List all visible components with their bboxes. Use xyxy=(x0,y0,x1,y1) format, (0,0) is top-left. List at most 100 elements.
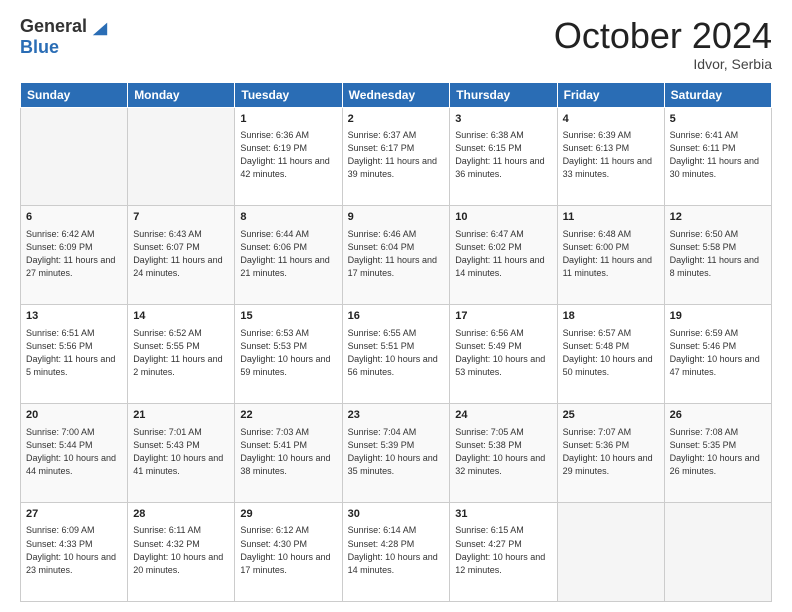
calendar-cell: 30 Sunrise: 6:14 AMSunset: 4:28 PMDayligh… xyxy=(342,503,450,602)
header-monday: Monday xyxy=(128,82,235,107)
calendar-cell xyxy=(557,503,664,602)
day-info: Sunrise: 6:41 AMSunset: 6:11 PMDaylight:… xyxy=(670,129,766,181)
calendar-cell: 6 Sunrise: 6:42 AMSunset: 6:09 PMDaylight… xyxy=(21,206,128,305)
day-info: Sunrise: 6:42 AMSunset: 6:09 PMDaylight:… xyxy=(26,228,122,280)
calendar-cell: 4 Sunrise: 6:39 AMSunset: 6:13 PMDaylight… xyxy=(557,107,664,206)
header-friday: Friday xyxy=(557,82,664,107)
day-info: Sunrise: 6:14 AMSunset: 4:28 PMDaylight:… xyxy=(348,524,445,576)
calendar-cell: 9 Sunrise: 6:46 AMSunset: 6:04 PMDaylight… xyxy=(342,206,450,305)
day-info: Sunrise: 7:01 AMSunset: 5:43 PMDaylight:… xyxy=(133,426,229,478)
day-number: 20 xyxy=(26,408,122,423)
title-block: October 2024 Idvor, Serbia xyxy=(554,16,772,72)
header-wednesday: Wednesday xyxy=(342,82,450,107)
day-number: 27 xyxy=(26,507,122,522)
calendar-cell: 8Sunrise: 6:44 AMSunset: 6:06 PMDaylight… xyxy=(235,206,342,305)
calendar-week-2: 6 Sunrise: 6:42 AMSunset: 6:09 PMDaylight… xyxy=(21,206,772,305)
calendar-cell: 20 Sunrise: 7:00 AMSunset: 5:44 PMDayligh… xyxy=(21,404,128,503)
calendar-cell: 17Sunrise: 6:56 AMSunset: 5:49 PMDayligh… xyxy=(450,305,557,404)
day-number: 17 xyxy=(455,309,551,324)
day-info: Sunrise: 6:59 AMSunset: 5:46 PMDaylight:… xyxy=(670,327,766,379)
day-info: Sunrise: 6:48 AMSunset: 6:00 PMDaylight:… xyxy=(563,228,659,280)
day-info: Sunrise: 7:05 AMSunset: 5:38 PMDaylight:… xyxy=(455,426,551,478)
day-info: Sunrise: 6:50 AMSunset: 5:58 PMDaylight:… xyxy=(670,228,766,280)
day-number: 9 xyxy=(348,210,445,225)
day-info: Sunrise: 7:00 AMSunset: 5:44 PMDaylight:… xyxy=(26,426,122,478)
day-number: 4 xyxy=(563,112,659,127)
day-number: 6 xyxy=(26,210,122,225)
calendar-cell: 2Sunrise: 6:37 AMSunset: 6:17 PMDaylight… xyxy=(342,107,450,206)
day-info: Sunrise: 6:11 AMSunset: 4:32 PMDaylight:… xyxy=(133,524,229,576)
day-number: 22 xyxy=(240,408,336,423)
calendar-cell: 24 Sunrise: 7:05 AMSunset: 5:38 PMDayligh… xyxy=(450,404,557,503)
calendar-cell: 22 Sunrise: 7:03 AMSunset: 5:41 PMDayligh… xyxy=(235,404,342,503)
calendar-table: Sunday Monday Tuesday Wednesday Thursday… xyxy=(20,82,772,602)
day-info: Sunrise: 6:44 AMSunset: 6:06 PMDaylight:… xyxy=(240,228,336,280)
header-sunday: Sunday xyxy=(21,82,128,107)
logo-general-text: General xyxy=(20,16,87,37)
day-number: 25 xyxy=(563,408,659,423)
day-number: 7 xyxy=(133,210,229,225)
calendar-cell: 7 Sunrise: 6:43 AMSunset: 6:07 PMDaylight… xyxy=(128,206,235,305)
day-info: Sunrise: 6:55 AMSunset: 5:51 PMDaylight:… xyxy=(348,327,445,379)
day-number: 14 xyxy=(133,309,229,324)
calendar-cell: 11 Sunrise: 6:48 AMSunset: 6:00 PMDayligh… xyxy=(557,206,664,305)
day-number: 13 xyxy=(26,309,122,324)
day-number: 3 xyxy=(455,112,551,127)
day-info: Sunrise: 6:43 AMSunset: 6:07 PMDaylight:… xyxy=(133,228,229,280)
day-number: 10 xyxy=(455,210,551,225)
calendar-cell: 28 Sunrise: 6:11 AMSunset: 4:32 PMDayligh… xyxy=(128,503,235,602)
day-number: 16 xyxy=(348,309,445,324)
calendar-cell: 16 Sunrise: 6:55 AMSunset: 5:51 PMDayligh… xyxy=(342,305,450,404)
calendar-week-4: 20 Sunrise: 7:00 AMSunset: 5:44 PMDayligh… xyxy=(21,404,772,503)
day-info: Sunrise: 6:38 AMSunset: 6:15 PMDaylight:… xyxy=(455,129,551,181)
day-number: 2 xyxy=(348,112,445,127)
day-number: 21 xyxy=(133,408,229,423)
calendar-cell: 15 Sunrise: 6:53 AMSunset: 5:53 PMDayligh… xyxy=(235,305,342,404)
calendar-cell: 12 Sunrise: 6:50 AMSunset: 5:58 PMDayligh… xyxy=(664,206,771,305)
day-number: 12 xyxy=(670,210,766,225)
day-number: 28 xyxy=(133,507,229,522)
calendar-cell xyxy=(21,107,128,206)
day-info: Sunrise: 6:46 AMSunset: 6:04 PMDaylight:… xyxy=(348,228,445,280)
logo-triangle-icon xyxy=(91,19,109,37)
day-number: 11 xyxy=(563,210,659,225)
calendar-header-row: Sunday Monday Tuesday Wednesday Thursday… xyxy=(21,82,772,107)
calendar-week-1: 1Sunrise: 6:36 AMSunset: 6:19 PMDaylight… xyxy=(21,107,772,206)
calendar-cell: 19 Sunrise: 6:59 AMSunset: 5:46 PMDayligh… xyxy=(664,305,771,404)
day-number: 26 xyxy=(670,408,766,423)
day-info: Sunrise: 7:07 AMSunset: 5:36 PMDaylight:… xyxy=(563,426,659,478)
header-saturday: Saturday xyxy=(664,82,771,107)
day-info: Sunrise: 6:39 AMSunset: 6:13 PMDaylight:… xyxy=(563,129,659,181)
calendar-cell: 23Sunrise: 7:04 AMSunset: 5:39 PMDayligh… xyxy=(342,404,450,503)
location-text: Idvor, Serbia xyxy=(554,56,772,72)
calendar-cell: 25 Sunrise: 7:07 AMSunset: 5:36 PMDayligh… xyxy=(557,404,664,503)
calendar-cell: 5 Sunrise: 6:41 AMSunset: 6:11 PMDaylight… xyxy=(664,107,771,206)
day-number: 15 xyxy=(240,309,336,324)
day-number: 19 xyxy=(670,309,766,324)
day-number: 24 xyxy=(455,408,551,423)
header-tuesday: Tuesday xyxy=(235,82,342,107)
calendar-cell xyxy=(664,503,771,602)
calendar-cell: 10Sunrise: 6:47 AMSunset: 6:02 PMDayligh… xyxy=(450,206,557,305)
day-number: 23 xyxy=(348,408,445,423)
calendar-cell: 3 Sunrise: 6:38 AMSunset: 6:15 PMDaylight… xyxy=(450,107,557,206)
calendar-cell xyxy=(128,107,235,206)
calendar-cell: 27Sunrise: 6:09 AMSunset: 4:33 PMDayligh… xyxy=(21,503,128,602)
calendar-week-5: 27Sunrise: 6:09 AMSunset: 4:33 PMDayligh… xyxy=(21,503,772,602)
day-info: Sunrise: 6:51 AMSunset: 5:56 PMDaylight:… xyxy=(26,327,122,379)
day-number: 1 xyxy=(240,112,336,127)
logo: General Blue xyxy=(20,16,109,58)
calendar-cell: 26Sunrise: 7:08 AMSunset: 5:35 PMDayligh… xyxy=(664,404,771,503)
calendar-week-3: 13 Sunrise: 6:51 AMSunset: 5:56 PMDayligh… xyxy=(21,305,772,404)
page: General Blue October 2024 Idvor, Serbia … xyxy=(0,0,792,612)
header-thursday: Thursday xyxy=(450,82,557,107)
day-info: Sunrise: 7:03 AMSunset: 5:41 PMDaylight:… xyxy=(240,426,336,478)
calendar-cell: 29Sunrise: 6:12 AMSunset: 4:30 PMDayligh… xyxy=(235,503,342,602)
header: General Blue October 2024 Idvor, Serbia xyxy=(20,16,772,72)
day-number: 29 xyxy=(240,507,336,522)
day-number: 30 xyxy=(348,507,445,522)
day-number: 5 xyxy=(670,112,766,127)
day-info: Sunrise: 6:53 AMSunset: 5:53 PMDaylight:… xyxy=(240,327,336,379)
calendar-cell: 1Sunrise: 6:36 AMSunset: 6:19 PMDaylight… xyxy=(235,107,342,206)
calendar-cell: 21 Sunrise: 7:01 AMSunset: 5:43 PMDayligh… xyxy=(128,404,235,503)
